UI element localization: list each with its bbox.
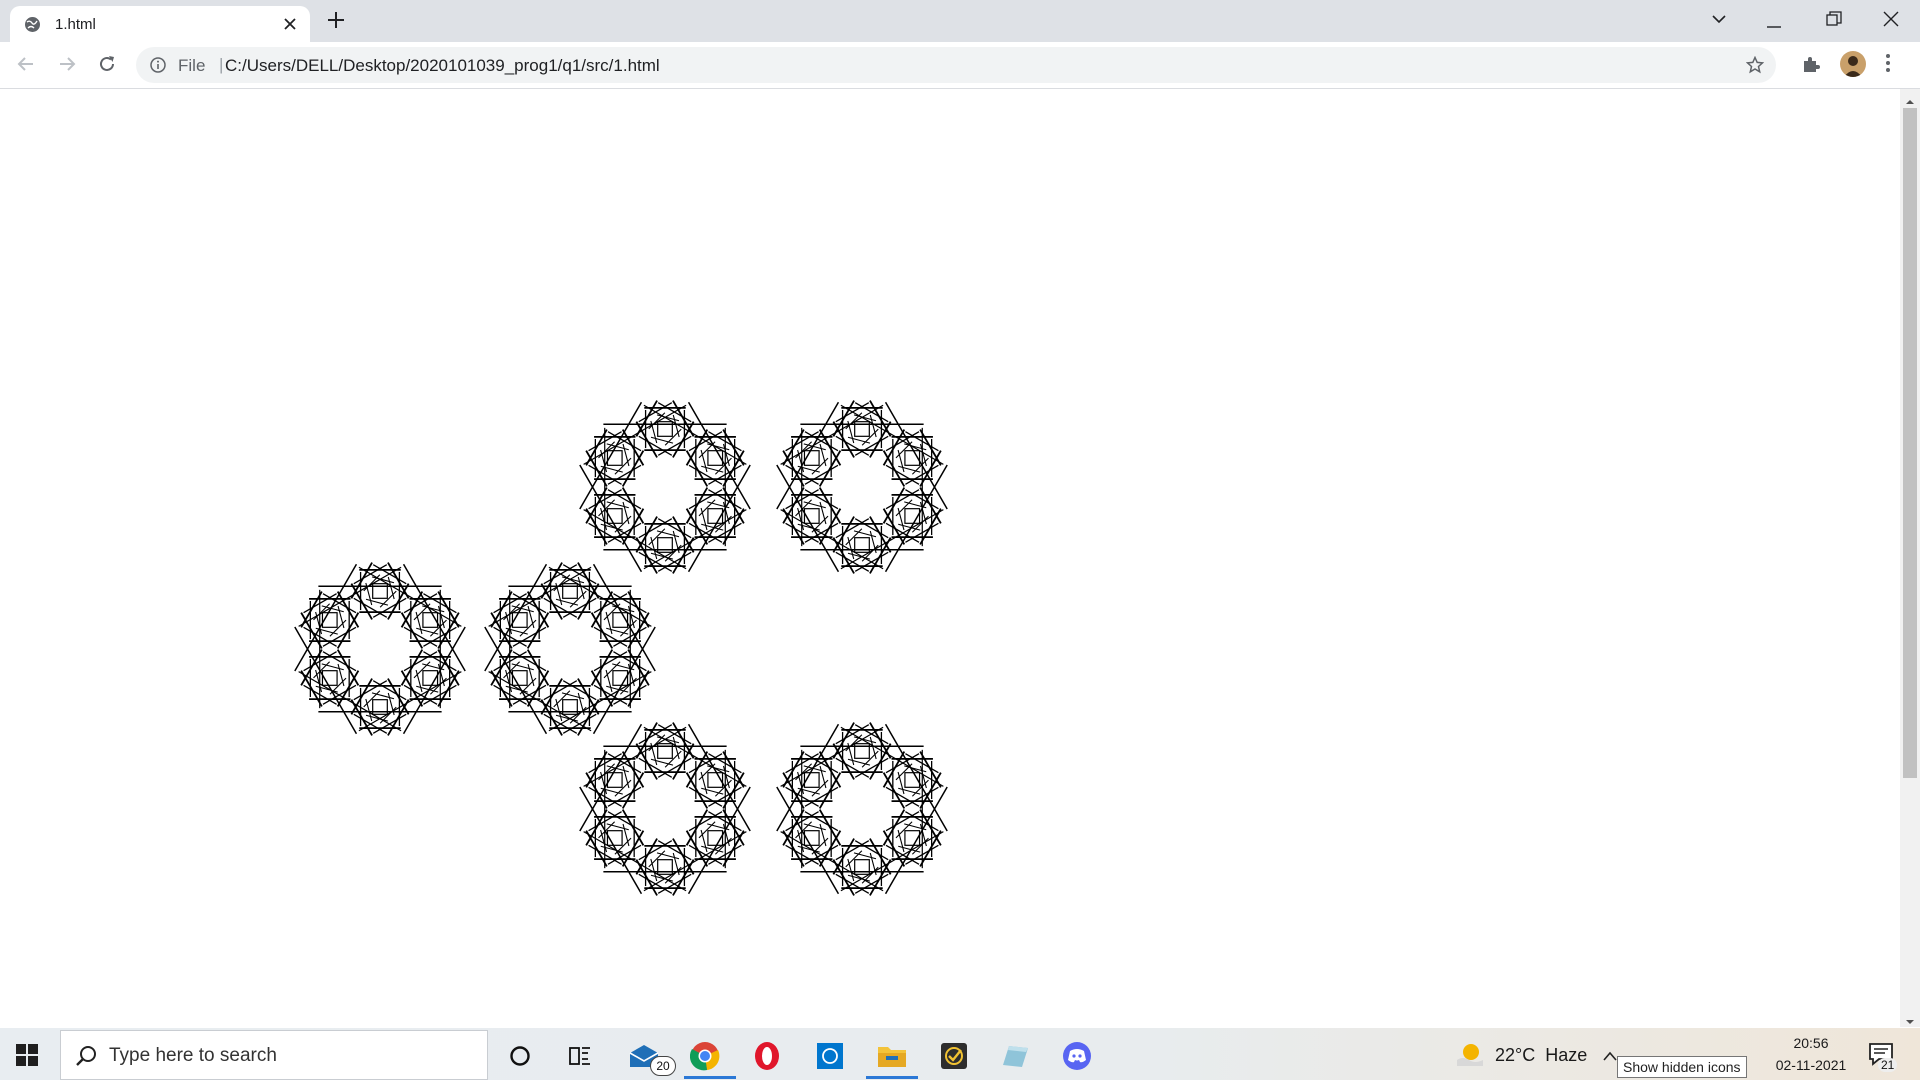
- forward-icon[interactable]: [57, 54, 77, 79]
- scrollbar-thumb[interactable]: [1903, 108, 1917, 778]
- browser-toolbar: File | C:/Users/DELL/Desktop/2020101039_…: [0, 42, 1920, 89]
- globe-icon: [24, 16, 41, 38]
- tab-strip: 1.html: [0, 0, 1920, 42]
- clock-date: 02-11-2021: [1775, 1057, 1847, 1073]
- clock-time: 20:56: [1793, 1035, 1829, 1051]
- back-icon[interactable]: [16, 54, 36, 79]
- page-viewport: [0, 89, 1900, 1027]
- search-icon: [75, 1045, 97, 1072]
- search-placeholder: Type here to search: [109, 1045, 277, 1066]
- extensions-puzzle-icon[interactable]: [1801, 54, 1821, 79]
- weather-text[interactable]: 22°C Haze: [1495, 1045, 1587, 1066]
- todo-check-icon[interactable]: [936, 1038, 972, 1074]
- notifications-count: 21: [1878, 1058, 1898, 1072]
- bookmark-star-icon[interactable]: [1745, 55, 1765, 79]
- discord-icon[interactable]: [1059, 1038, 1095, 1074]
- new-tab-icon[interactable]: [326, 10, 346, 35]
- paper-app-icon[interactable]: [997, 1038, 1033, 1074]
- info-icon[interactable]: [150, 57, 166, 78]
- cortana-icon[interactable]: [502, 1038, 538, 1074]
- profile-avatar[interactable]: [1840, 51, 1866, 77]
- windows-start-icon[interactable]: [16, 1044, 38, 1071]
- fractal-canvas: [294, 400, 948, 896]
- task-view-icon[interactable]: [562, 1038, 598, 1074]
- tab-title: 1.html: [55, 16, 96, 33]
- scroll-down-icon[interactable]: [1905, 1014, 1915, 1024]
- tab-search-chevron-icon[interactable]: [1710, 10, 1728, 33]
- file-explorer-icon[interactable]: [874, 1038, 910, 1074]
- show-hidden-icons-chevron-icon[interactable]: [1602, 1049, 1618, 1067]
- close-tab-icon[interactable]: [284, 17, 296, 35]
- address-bar[interactable]: File | C:/Users/DELL/Desktop/2020101039_…: [136, 47, 1776, 83]
- minimize-icon[interactable]: [1767, 16, 1781, 34]
- chrome-active-indicator: [684, 1076, 736, 1079]
- explorer-active-indicator: [866, 1076, 918, 1079]
- reload-icon[interactable]: [97, 54, 117, 79]
- weather-temp: 22°C: [1495, 1045, 1536, 1065]
- mail-badge: 20: [650, 1056, 676, 1076]
- weather-condition: Haze: [1545, 1045, 1588, 1065]
- close-window-icon[interactable]: [1883, 11, 1899, 32]
- system-clock[interactable]: 20:56 02-11-2021: [1768, 1032, 1854, 1076]
- kebab-menu-icon[interactable]: [1885, 53, 1891, 78]
- hidden-icons-tooltip: Show hidden icons: [1617, 1056, 1747, 1078]
- chrome-icon[interactable]: [687, 1038, 723, 1074]
- restore-icon[interactable]: [1826, 11, 1842, 32]
- tab-1-html[interactable]: 1.html: [10, 6, 310, 42]
- scroll-up-icon[interactable]: [1905, 94, 1915, 104]
- taskbar-search-box[interactable]: Type here to search: [60, 1030, 488, 1080]
- scheme-separator: |: [219, 55, 224, 74]
- scheme-label: File: [178, 56, 206, 75]
- opera-icon[interactable]: [749, 1038, 785, 1074]
- url-text[interactable]: C:/Users/DELL/Desktop/2020101039_prog1/q…: [225, 56, 660, 76]
- weather-haze-icon[interactable]: [1455, 1042, 1485, 1073]
- dell-app-icon[interactable]: [812, 1038, 848, 1074]
